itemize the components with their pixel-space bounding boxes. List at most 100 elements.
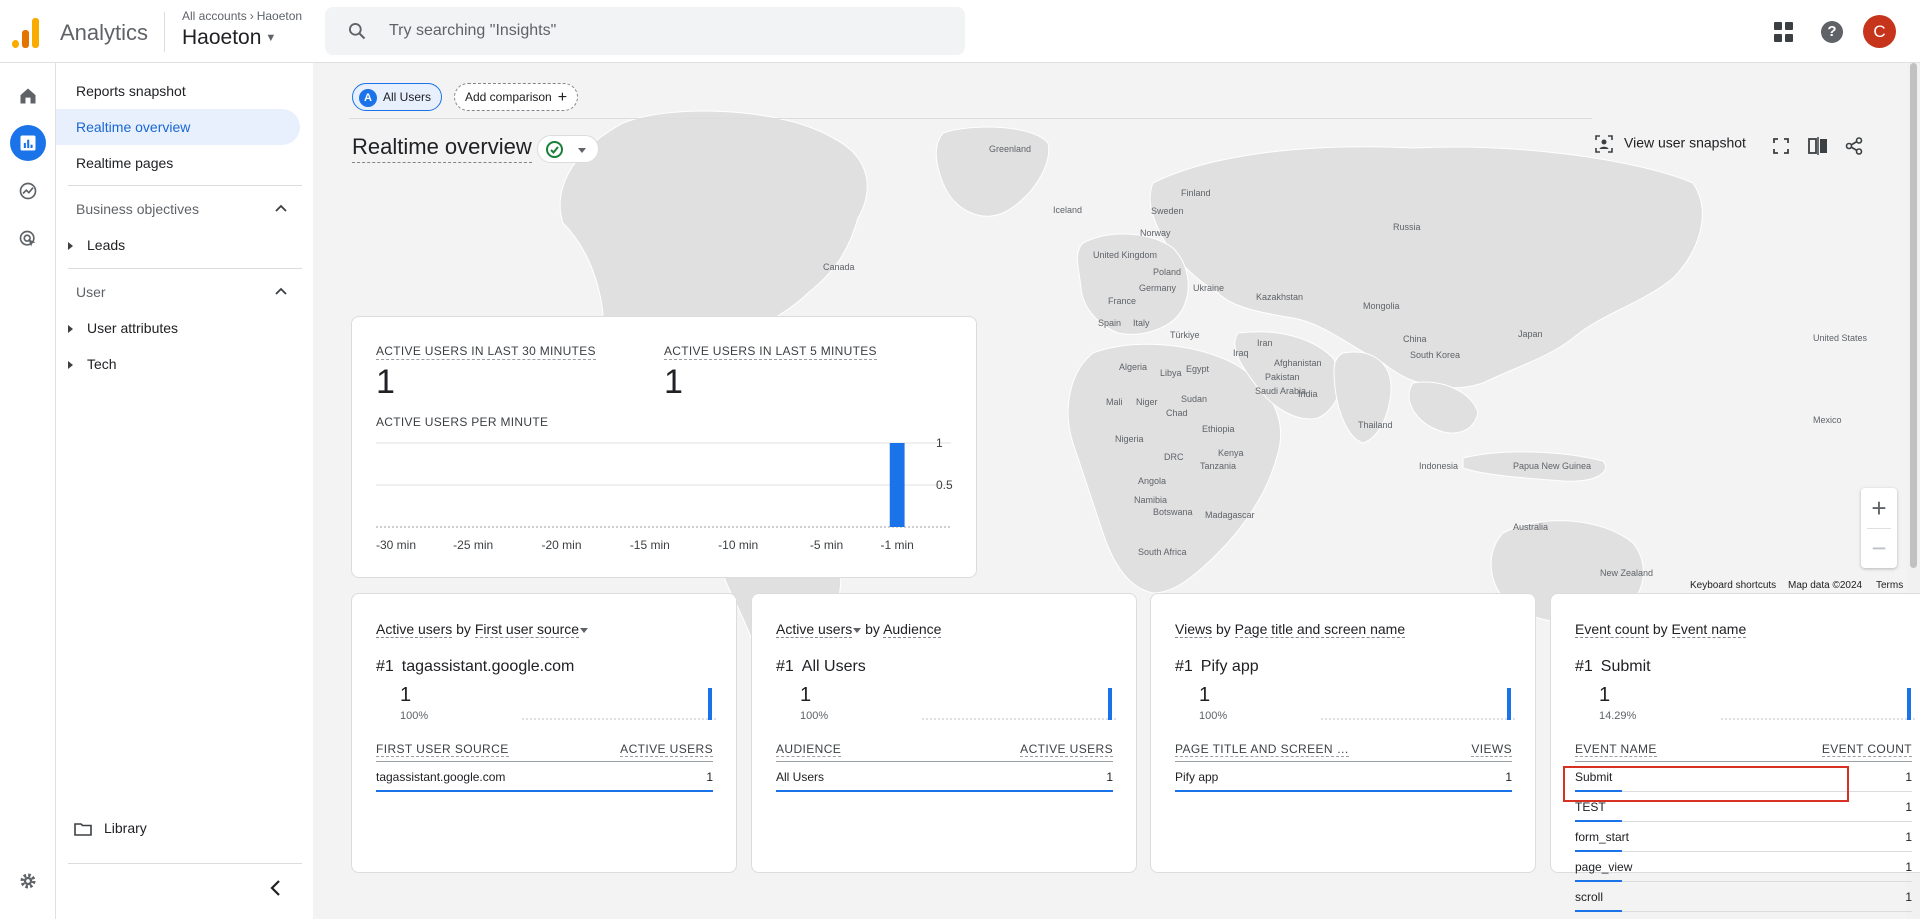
home-icon[interactable] [10, 78, 46, 114]
data-status-dropdown[interactable] [537, 135, 599, 163]
settings-icon[interactable] [10, 863, 46, 899]
user-snapshot-icon [1595, 135, 1613, 153]
metric-selector[interactable]: Active users [376, 621, 453, 638]
nav-library[interactable]: Library [74, 820, 147, 837]
column-header[interactable]: FIRST USER SOURCE [376, 742, 509, 757]
chevron-up-icon[interactable] [274, 285, 288, 299]
nav-realtime-pages[interactable]: Realtime pages [56, 145, 300, 181]
report-card: Event count by Event name #1 Submit 1 14.29%… [1550, 593, 1920, 912]
all-users-chip[interactable]: A All Users [352, 83, 443, 111]
analytics-logo-icon[interactable] [12, 16, 42, 48]
reports-icon[interactable] [10, 125, 46, 161]
add-comparison-button[interactable]: Add comparison + [454, 83, 579, 111]
column-header[interactable]: ACTIVE USERS [1020, 742, 1113, 757]
realtime-summary-card: ACTIVE USERS IN LAST 30 MINUTES 1 ACTIVE… [351, 316, 977, 578]
collapse-sidebar-icon[interactable] [264, 876, 288, 900]
explore-icon[interactable] [10, 173, 46, 209]
sparkline-bar [708, 688, 712, 720]
map-country-label: Namibia [1134, 495, 1167, 505]
search-input[interactable] [389, 17, 949, 45]
column-header[interactable]: PAGE TITLE AND SCREEN … [1175, 742, 1350, 757]
keyboard-shortcuts-link[interactable]: Keyboard shortcuts [1690, 580, 1776, 591]
zoom-in-button[interactable]: + [1861, 488, 1897, 528]
table-row[interactable]: form_start 1 [1575, 822, 1912, 852]
check-circle-icon [546, 141, 563, 158]
column-header[interactable]: EVENT NAME [1575, 742, 1657, 757]
dimension-selector[interactable]: Event name [1671, 621, 1747, 638]
top-item-name: tagassistant.google.com [401, 658, 575, 675]
table-row[interactable]: page_view 1 [1575, 852, 1912, 882]
caret-down-icon[interactable] [580, 627, 589, 633]
column-header[interactable]: AUDIENCE [776, 742, 842, 757]
row-name: scroll [1575, 890, 1604, 904]
x-tick-label: -25 min [453, 538, 493, 552]
nav-tech-label: Tech [87, 356, 117, 372]
column-header[interactable]: VIEWS [1471, 742, 1512, 757]
folder-icon [74, 823, 92, 837]
avatar[interactable]: C [1863, 15, 1896, 48]
dimension-selector[interactable]: Audience [883, 621, 942, 638]
map-country-label: Australia [1513, 522, 1548, 532]
map-country-label: Mongolia [1363, 301, 1400, 311]
search-icon [349, 23, 366, 40]
breadcrumb-child[interactable]: Haoeton [257, 9, 302, 23]
map-country-label: United Kingdom [1093, 250, 1157, 260]
card-title: Active users by First user source [376, 621, 589, 638]
fullscreen-icon[interactable] [1773, 138, 1789, 154]
nav-reports-snapshot[interactable]: Reports snapshot [56, 73, 300, 109]
scrollbar-thumb[interactable] [1910, 63, 1917, 568]
help-icon[interactable]: ? [1821, 21, 1843, 43]
view-user-snapshot-button[interactable]: View user snapshot [1594, 134, 1746, 160]
nav-tech[interactable]: Tech [68, 356, 117, 372]
divider [68, 863, 302, 864]
map-country-label: Mexico [1813, 415, 1842, 425]
report-card: Views by Page title and screen name #1 Pif… [1150, 593, 1536, 873]
nav-user-attributes-label: User attributes [87, 320, 179, 336]
column-header[interactable]: EVENT COUNT [1821, 742, 1912, 757]
map-country-label: Angola [1138, 476, 1166, 486]
table-row[interactable]: All Users 1 [776, 762, 1113, 792]
apps-grid-icon[interactable] [1774, 22, 1794, 42]
map-country-label: New Zealand [1600, 568, 1653, 578]
metric-selector[interactable]: Views [1175, 621, 1213, 638]
table-row[interactable]: tagassistant.google.com 1 [376, 762, 713, 792]
nav-leads-label: Leads [87, 237, 126, 253]
share-icon[interactable] [1845, 137, 1863, 155]
sparkline-chart [1721, 688, 1917, 720]
map-country-label: Kenya [1218, 448, 1244, 458]
zoom-out-button[interactable]: − [1861, 528, 1897, 568]
caret-down-icon[interactable] [853, 627, 862, 633]
map-country-label: Russia [1393, 222, 1421, 232]
map-country-label: Norway [1140, 228, 1171, 238]
dimension-selector[interactable]: Page title and screen name [1234, 621, 1406, 638]
property-selector[interactable]: Haoeton ▼ [182, 26, 276, 50]
nav-realtime-overview[interactable]: Realtime overview [56, 109, 300, 145]
chevron-right-icon: › [249, 9, 254, 23]
active-users-per-minute-chart[interactable]: 1 0.5 -30 min -25 min -20 min -15 min -10 min -… [376, 435, 956, 555]
table-row[interactable]: Pify app 1 [1175, 762, 1512, 792]
report-card: Active users by Audience #1 All Users 1 100%… [751, 593, 1137, 873]
kpi-30-min-label[interactable]: ACTIVE USERS IN LAST 30 MINUTES [376, 344, 596, 360]
search-bar[interactable] [325, 7, 965, 55]
nav-leads[interactable]: Leads [68, 237, 125, 253]
breadcrumb-root[interactable]: All accounts [182, 9, 247, 23]
kpi-5-min-label[interactable]: ACTIVE USERS IN LAST 5 MINUTES [664, 344, 877, 360]
column-header[interactable]: ACTIVE USERS [620, 742, 713, 757]
section-user[interactable]: User [76, 284, 106, 300]
map-country-label: France [1108, 296, 1136, 306]
dimension-selector[interactable]: First user source [474, 621, 580, 638]
terms-link[interactable]: Terms [1876, 580, 1903, 591]
x-tick-label: -30 min [376, 538, 416, 552]
metric-selector[interactable]: Event count [1575, 621, 1649, 638]
metric-selector[interactable]: Active users [776, 621, 853, 638]
nav-user-attributes[interactable]: User attributes [68, 320, 178, 336]
table-row[interactable]: scroll 1 [1575, 882, 1912, 912]
chevron-up-icon[interactable] [274, 202, 288, 216]
advertising-icon[interactable] [10, 221, 46, 257]
section-business-objectives[interactable]: Business objectives [76, 201, 199, 217]
compare-icon[interactable] [1808, 137, 1828, 155]
top-item: #1 tagassistant.google.com [376, 658, 574, 676]
account-breadcrumb[interactable]: All accounts › Haoeton [182, 9, 302, 23]
row-value: 1 [1905, 800, 1912, 814]
caret-down-icon [578, 148, 586, 153]
